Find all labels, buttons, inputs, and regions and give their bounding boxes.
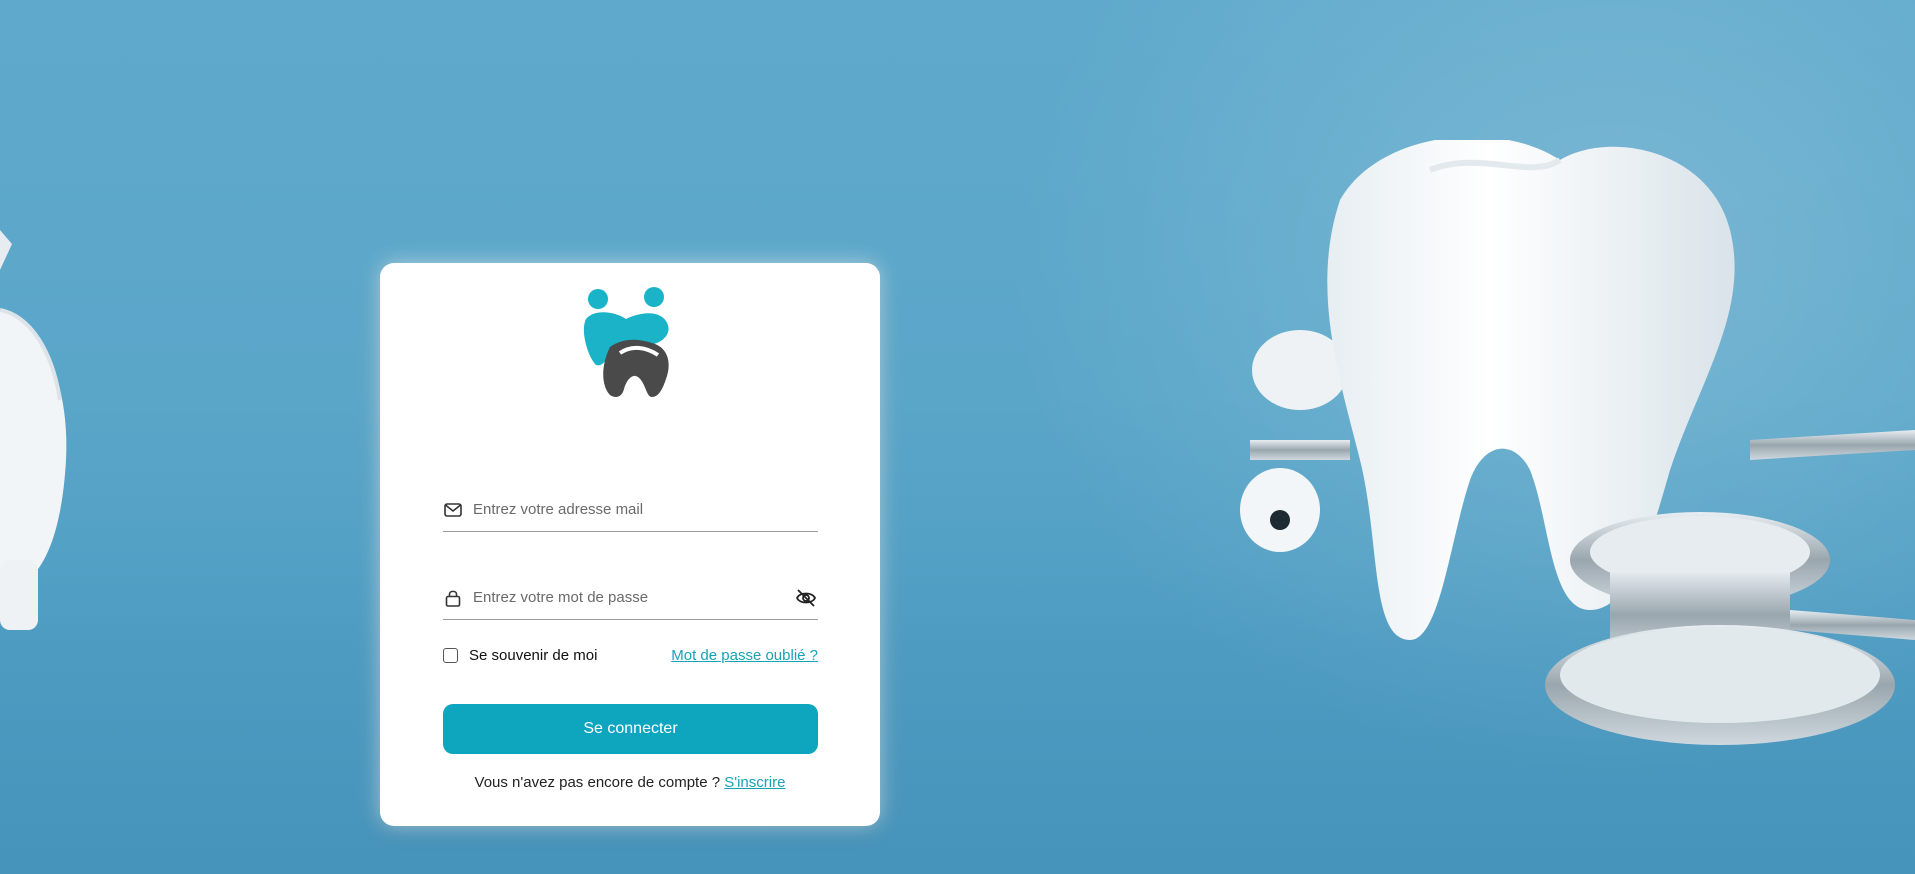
login-card: Se souvenir de moi Mot de passe oublié ?… bbox=[380, 263, 880, 826]
email-field bbox=[443, 488, 818, 532]
forgot-password-link[interactable]: Mot de passe oublié ? bbox=[671, 647, 818, 664]
background-photo bbox=[0, 0, 1915, 874]
left-dental-object bbox=[0, 230, 67, 630]
signup-prompt: Vous n'avez pas encore de compte ? bbox=[474, 774, 721, 791]
remember-me[interactable]: Se souvenir de moi bbox=[443, 647, 597, 664]
password-field bbox=[443, 576, 818, 620]
remember-me-label: Se souvenir de moi bbox=[469, 646, 598, 664]
password-input[interactable] bbox=[473, 582, 794, 613]
tooth-family-logo-icon bbox=[583, 287, 669, 397]
email-input[interactable] bbox=[473, 494, 818, 525]
login-button[interactable]: Se connecter bbox=[443, 704, 818, 754]
remember-me-checkbox[interactable] bbox=[443, 647, 458, 663]
tooth-model-image bbox=[1240, 140, 1915, 745]
login-options: Se souvenir de moi Mot de passe oublié ? bbox=[443, 643, 818, 667]
signup-link[interactable]: S'inscrire bbox=[724, 774, 785, 791]
signup-line: Vous n'avez pas encore de compte ? S'ins… bbox=[380, 774, 880, 791]
mail-icon bbox=[443, 500, 463, 520]
eye-off-icon[interactable] bbox=[794, 586, 818, 610]
lock-icon bbox=[443, 588, 463, 608]
